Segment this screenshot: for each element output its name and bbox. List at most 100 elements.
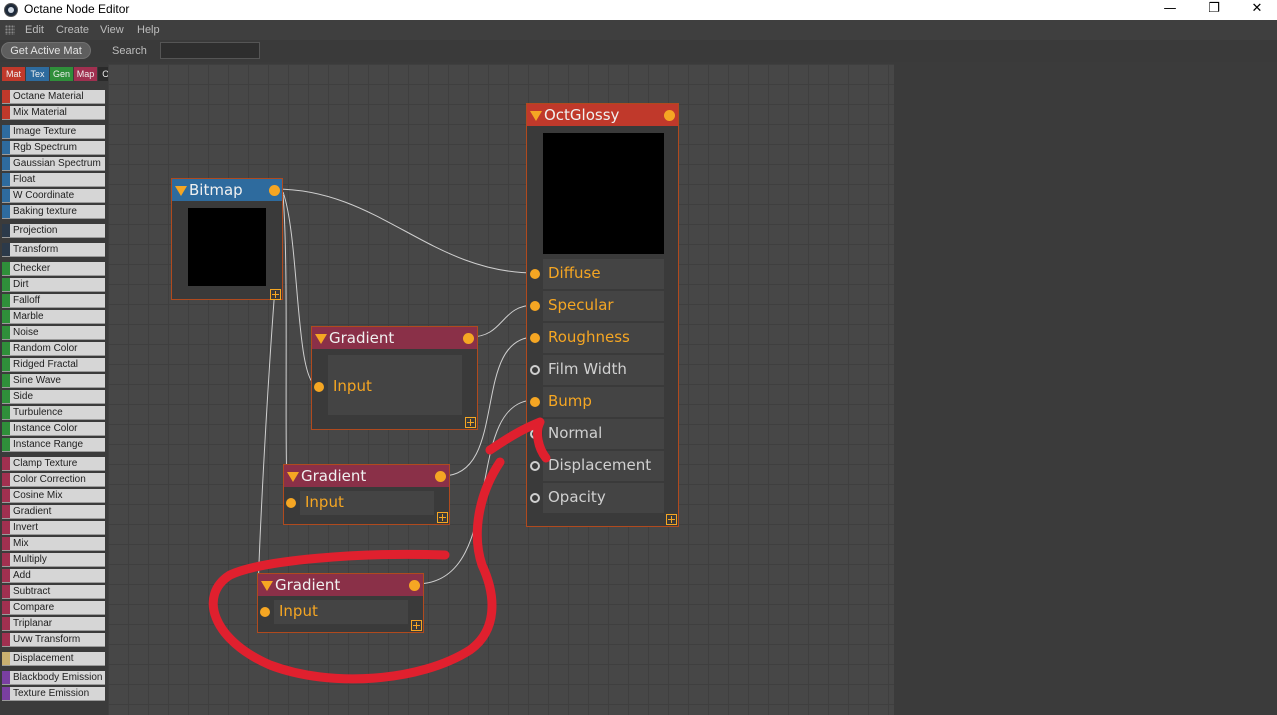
palette-item-ridged-fractal[interactable]: Ridged Fractal: [2, 358, 105, 372]
minimize-button[interactable]: —: [1150, 0, 1190, 20]
collapse-triangle-icon[interactable]: [287, 472, 299, 482]
palette-item-displacement[interactable]: Displacement: [2, 652, 105, 666]
palette-item-turbulence[interactable]: Turbulence: [2, 406, 105, 420]
palette-item-checker[interactable]: Checker: [2, 262, 105, 276]
palette-item-side[interactable]: Side: [2, 390, 105, 404]
node-canvas[interactable]: [108, 64, 894, 715]
palette-item-triplanar[interactable]: Triplanar: [2, 617, 105, 631]
palette-item-texture-emission[interactable]: Texture Emission: [2, 687, 105, 701]
category-swatch: [2, 617, 10, 630]
input-port-normal[interactable]: [530, 429, 540, 439]
menu-edit[interactable]: Edit: [25, 24, 44, 36]
gradient-2-input-port[interactable]: [286, 498, 296, 508]
input-port-displacement[interactable]: [530, 461, 540, 471]
resize-icon[interactable]: [465, 417, 476, 428]
gradient-node-2[interactable]: Gradient Input: [283, 464, 450, 525]
menu-view[interactable]: View: [100, 24, 124, 36]
palette-item-marble[interactable]: Marble: [2, 310, 105, 324]
category-tab-mat[interactable]: Mat: [2, 67, 25, 81]
palette-item-subtract[interactable]: Subtract: [2, 585, 105, 599]
category-swatch: [2, 406, 10, 419]
input-port-diffuse[interactable]: [530, 269, 540, 279]
pin-label-displacement: Displacement: [548, 456, 652, 474]
menu-create[interactable]: Create: [56, 24, 89, 36]
palette-item-gradient[interactable]: Gradient: [2, 505, 105, 519]
palette-item-mix[interactable]: Mix: [2, 537, 105, 551]
palette-item-compare[interactable]: Compare: [2, 601, 105, 615]
pin-label-film-width: Film Width: [548, 360, 627, 378]
palette-item-projection[interactable]: Projection: [2, 224, 105, 238]
collapse-triangle-icon[interactable]: [261, 581, 273, 591]
gradient-node-3-header[interactable]: Gradient: [258, 574, 423, 596]
palette-item-w-coordinate[interactable]: W Coordinate: [2, 189, 105, 203]
gradient-3-output-port[interactable]: [409, 580, 420, 591]
gradient-node-1[interactable]: Gradient Input: [311, 326, 478, 430]
bitmap-node-header[interactable]: Bitmap: [172, 179, 282, 201]
restore-button[interactable]: ❐: [1194, 0, 1234, 20]
palette-item-instance-range[interactable]: Instance Range: [2, 438, 105, 452]
palette-item-instance-color[interactable]: Instance Color: [2, 422, 105, 436]
category-swatch: [2, 224, 10, 237]
category-swatch: [2, 358, 10, 371]
octglossy-output-port[interactable]: [664, 110, 675, 121]
category-swatch: [2, 243, 10, 256]
collapse-triangle-icon[interactable]: [530, 111, 542, 121]
palette-item-label: Instance Color: [13, 423, 78, 434]
palette-item-dirt[interactable]: Dirt: [2, 278, 105, 292]
collapse-triangle-icon[interactable]: [175, 186, 187, 196]
octane-app-icon: [4, 3, 18, 17]
palette-item-octane-material[interactable]: Octane Material: [2, 90, 105, 104]
palette-item-baking-texture[interactable]: Baking texture: [2, 205, 105, 219]
input-port-specular[interactable]: [530, 301, 540, 311]
palette-item-image-texture[interactable]: Image Texture: [2, 125, 105, 139]
input-port-bump[interactable]: [530, 397, 540, 407]
input-port-roughness[interactable]: [530, 333, 540, 343]
search-input[interactable]: [160, 42, 260, 59]
palette-item-add[interactable]: Add: [2, 569, 105, 583]
gradient-2-output-port[interactable]: [435, 471, 446, 482]
category-tab-tex[interactable]: Tex: [26, 67, 49, 81]
input-port-opacity[interactable]: [530, 493, 540, 503]
palette-item-label: Random Color: [13, 343, 78, 354]
palette-item-rgb-spectrum[interactable]: Rgb Spectrum: [2, 141, 105, 155]
category-tab-gen[interactable]: Gen: [50, 67, 73, 81]
resize-icon[interactable]: [437, 512, 448, 523]
palette-item-random-color[interactable]: Random Color: [2, 342, 105, 356]
gradient-3-input-port[interactable]: [260, 607, 270, 617]
close-button[interactable]: ✕: [1237, 0, 1277, 20]
category-swatch: [2, 342, 10, 355]
bitmap-output-port[interactable]: [269, 185, 280, 196]
palette-item-blackbody-emission[interactable]: Blackbody Emission: [2, 671, 105, 685]
input-port-film-width[interactable]: [530, 365, 540, 375]
gradient-1-output-port[interactable]: [463, 333, 474, 344]
palette-item-multiply[interactable]: Multiply: [2, 553, 105, 567]
resize-icon[interactable]: [270, 289, 281, 300]
octglossy-node[interactable]: OctGlossy Diffuse Specular Roughness Film W…: [526, 103, 679, 527]
palette-item-label: Image Texture: [13, 126, 77, 137]
palette-item-float[interactable]: Float: [2, 173, 105, 187]
palette-item-uvw-transform[interactable]: Uvw Transform: [2, 633, 105, 647]
palette-item-color-correction[interactable]: Color Correction: [2, 473, 105, 487]
menu-help[interactable]: Help: [137, 24, 160, 36]
get-active-mat-button[interactable]: Get Active Mat: [1, 42, 91, 59]
gradient-node-3[interactable]: Gradient Input: [257, 573, 424, 633]
octglossy-node-header[interactable]: OctGlossy: [527, 104, 678, 126]
resize-icon[interactable]: [666, 514, 677, 525]
palette-item-sine-wave[interactable]: Sine Wave: [2, 374, 105, 388]
resize-icon[interactable]: [411, 620, 422, 631]
category-tab-map[interactable]: Map: [74, 67, 97, 81]
palette-item-label: Rgb Spectrum: [13, 142, 77, 153]
palette-item-gaussian-spectrum[interactable]: Gaussian Spectrum: [2, 157, 105, 171]
palette-item-mix-material[interactable]: Mix Material: [2, 106, 105, 120]
palette-item-falloff[interactable]: Falloff: [2, 294, 105, 308]
bitmap-node[interactable]: Bitmap: [171, 178, 283, 300]
gradient-1-input-port[interactable]: [314, 382, 324, 392]
palette-item-transform[interactable]: Transform: [2, 243, 105, 257]
gradient-node-1-header[interactable]: Gradient: [312, 327, 477, 349]
palette-item-clamp-texture[interactable]: Clamp Texture: [2, 457, 105, 471]
gradient-node-2-header[interactable]: Gradient: [284, 465, 449, 487]
collapse-triangle-icon[interactable]: [315, 334, 327, 344]
palette-item-noise[interactable]: Noise: [2, 326, 105, 340]
palette-item-invert[interactable]: Invert: [2, 521, 105, 535]
palette-item-cosine-mix[interactable]: Cosine Mix: [2, 489, 105, 503]
